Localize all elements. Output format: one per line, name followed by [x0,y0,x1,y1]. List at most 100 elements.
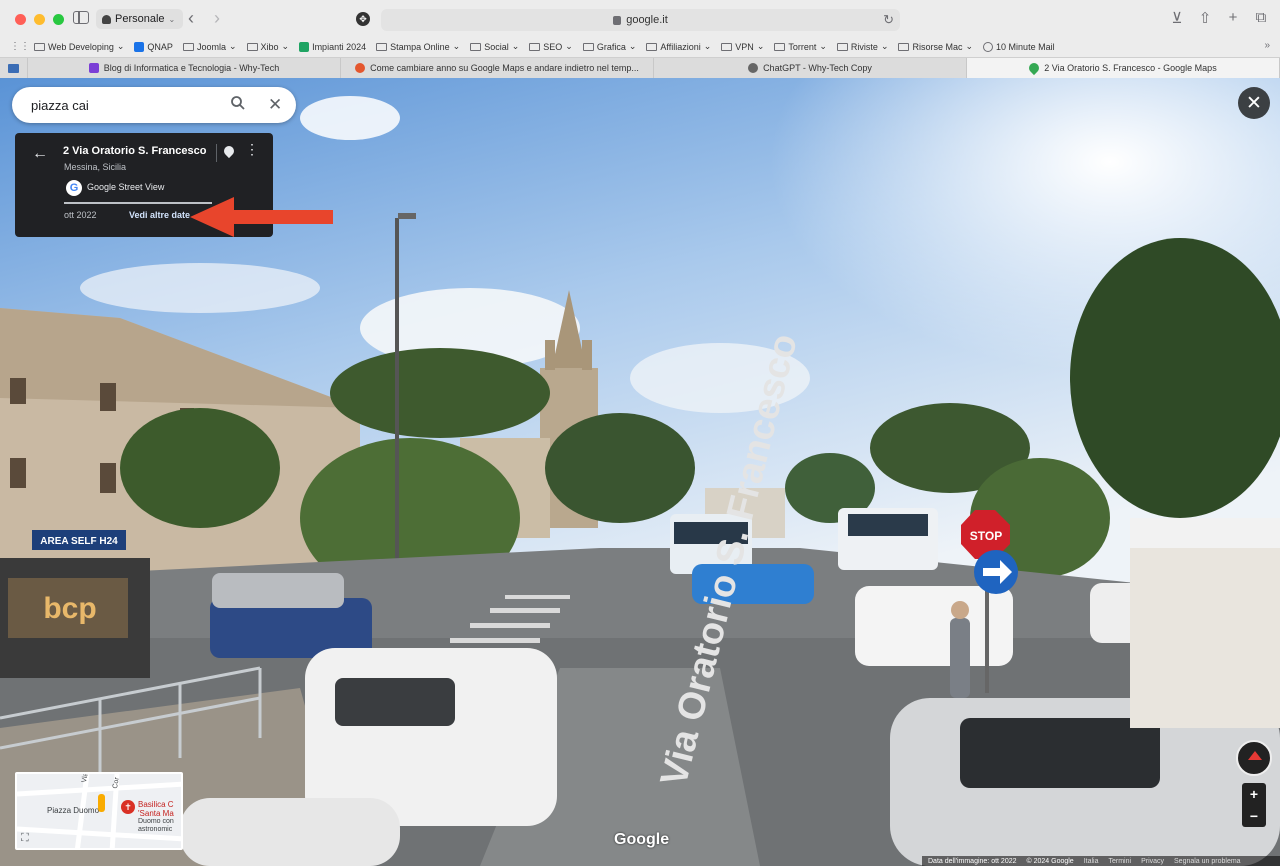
tab-group-icon[interactable] [0,58,28,78]
bookmark-label: Joomla [196,41,226,52]
footer-link-termini[interactable]: Termini [1109,858,1132,865]
folder-icon [836,42,848,51]
red-arrow-annotation-icon [190,197,333,237]
tab-come-cambiare[interactable]: Come cambiare anno su Google Maps e anda… [341,58,654,78]
back-arrow-icon[interactable]: ← [32,145,48,163]
share-icon[interactable]: ⇧ [1198,9,1212,27]
reload-icon[interactable]: ↻ [883,12,894,28]
minimize-window-button[interactable] [34,14,45,25]
divider [216,144,217,162]
bookmark-affiliazioni[interactable]: Affiliazioni ⌄ [646,41,711,52]
minimap-label: Piazza Duomo [47,806,100,815]
address-subtitle: Messina, Sicilia [64,162,127,172]
folder-icon [721,42,733,51]
chevron-down-icon: ⌄ [628,41,637,51]
more-options-icon[interactable]: ⋮ [245,142,259,156]
close-street-view-button[interactable]: ✕ [1238,87,1270,119]
footer-link-privacy[interactable]: Privacy [1141,858,1164,865]
bookmark-grafica[interactable]: Grafica ⌄ [582,41,637,52]
pegman-icon [98,794,105,812]
search-input[interactable]: piazza cai [31,98,89,113]
folder-icon [646,42,658,51]
tab-why-tech[interactable]: Blog di Informatica e Tecnologia - Why-T… [28,58,341,78]
clear-search-icon[interactable]: ✕ [268,96,282,113]
chevron-down-icon: ⌄ [168,14,176,24]
bookmark-torrent[interactable]: Torrent ⌄ [774,41,827,52]
site-settings-icon[interactable]: ✥ [356,12,370,26]
bookmark-riviste[interactable]: Riviste ⌄ [836,41,888,52]
bookmark-label: Impianti 2024 [312,41,367,52]
tab-google-maps[interactable]: 2 Via Oratorio S. Francesco - Google Map… [967,58,1280,78]
new-tab-icon[interactable]: + [1226,9,1240,27]
location-pin-icon[interactable] [221,143,237,159]
profile-label: Personale [115,13,165,25]
bookmark-label: QNAP [147,41,173,52]
google-watermark: Google [614,831,670,848]
close-window-button[interactable] [15,14,26,25]
address-bar[interactable]: google.it ↻ [381,9,900,31]
chevron-down-icon: ⌄ [228,41,237,51]
bank-sign-text: bcp [43,592,96,625]
bookmark-web-developing[interactable]: Web Developing ⌄ [34,41,124,52]
folder-icon [182,42,194,51]
see-more-dates-link[interactable]: Vedi altre date [129,210,190,220]
chevron-down-icon: ⌄ [116,41,125,51]
zoom-in-button[interactable]: + [1242,783,1266,805]
forward-icon[interactable]: › [214,9,220,27]
folder-icon [246,42,258,51]
compass-icon[interactable] [1236,740,1272,776]
minimap-label: Duomo con [138,818,174,825]
bookmark-label: 10 Minute Mail [996,41,1055,52]
profile-button[interactable]: Personale ⌄ [96,9,184,29]
chevron-down-icon: ⌄ [965,41,974,51]
zoom-window-button[interactable] [53,14,64,25]
bookmark-qnap[interactable]: QNAP [134,41,173,52]
bookmark-label: Stampa Online [390,41,450,52]
footer-link-report[interactable]: Segnala un problema [1174,858,1241,865]
minimap[interactable]: Piazza Duomo Basilica C 'Santa Ma Duomo … [15,772,183,850]
minimap-label: astronomic [138,826,173,833]
search-icon[interactable] [231,96,245,110]
qnap-icon [134,41,145,52]
church-poi-icon[interactable]: ✝ [121,800,135,814]
tab-chatgpt[interactable]: ChatGPT - Why-Tech Copy [654,58,967,78]
search-box[interactable]: piazza cai ✕ [12,87,296,123]
toolbar-actions: ⊻ ⇧ + ⧉ [1170,9,1268,27]
bookmark-10-minute-mail[interactable]: 10 Minute Mail [983,41,1055,52]
bookmark-joomla[interactable]: Joomla ⌄ [182,41,237,52]
tab-bar: Blog di Informatica e Tecnologia - Why-T… [0,57,1280,78]
sheet-icon [299,41,310,52]
person-icon [102,14,111,24]
more-bookmarks-icon[interactable]: » [1264,40,1270,51]
bookmark-label: Xibo [260,41,279,52]
chevron-down-icon: ⌄ [565,41,573,51]
expand-map-icon[interactable]: ⛶ [21,832,35,846]
sidebar-toggle-icon[interactable] [73,11,89,24]
bookmark-xibo[interactable]: Xibo ⌄ [246,41,290,52]
bookmark-label: Social [484,41,509,52]
folder-icon [774,42,786,51]
bookmark-label: Torrent [788,41,817,52]
tab-overview-icon[interactable]: ⧉ [1254,9,1268,27]
bookmark-vpn[interactable]: VPN ⌄ [721,41,764,52]
address-title: 2 Via Oratorio S. Francesco [63,145,207,157]
bookmark-impianti-2024[interactable]: Impianti 2024 [299,41,367,52]
bookmark-label: Web Developing [48,41,114,52]
grid-icon[interactable]: ⋮⋮ [10,41,30,52]
bookmark-stampa-online[interactable]: Stampa Online ⌄ [376,41,460,52]
minimap-label: Basilica C [138,800,174,809]
downloads-icon[interactable]: ⊻ [1170,9,1184,27]
tab-label: Come cambiare anno su Google Maps e anda… [370,63,639,73]
bookmark-seo[interactable]: SEO ⌄ [529,41,573,52]
back-icon[interactable]: ‹ [188,9,194,27]
window-controls [15,14,64,25]
bookmark-label: VPN [735,41,754,52]
image-date: Data dell'immagine: ott 2022 [928,857,1017,865]
street-view-canvas[interactable]: STOP AREA SELF H24 bcp Via Oratorio S. F… [0,78,1280,866]
chevron-down-icon: ⌄ [281,41,290,51]
bookmark-social[interactable]: Social ⌄ [470,41,519,52]
bookmark-risorse-mac[interactable]: Risorse Mac ⌄ [898,41,973,52]
footer-link-italia[interactable]: Italia [1084,858,1099,865]
zoom-out-button[interactable]: − [1242,805,1266,827]
stop-sign-text: STOP [970,529,1002,543]
